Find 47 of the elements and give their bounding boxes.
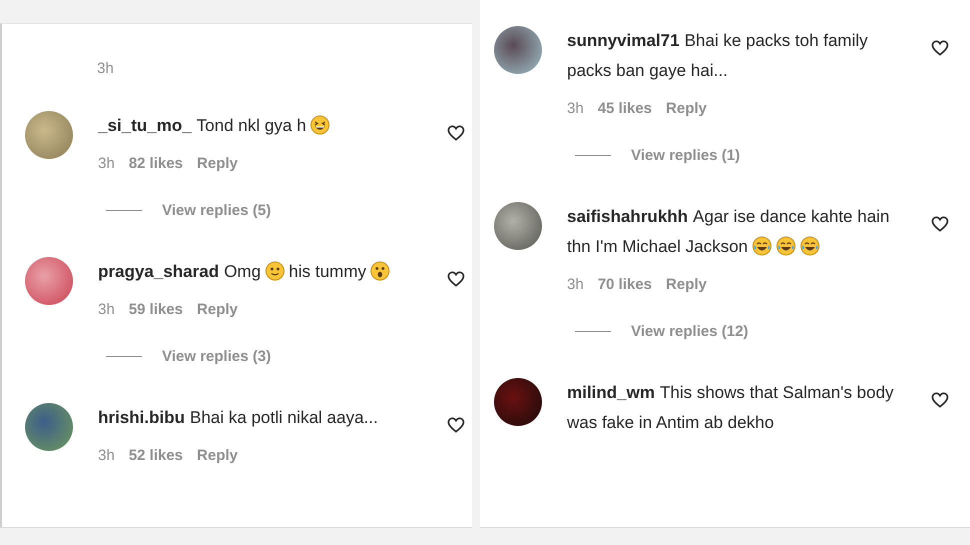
comment-text: milind_wm This shows that Salman's body was fake in Antim ab dekho — [567, 382, 895, 434]
timestamp: 3h — [98, 155, 115, 172]
username[interactable]: saifishahrukhh — [567, 207, 688, 226]
username[interactable]: milind_wm — [567, 383, 655, 402]
laughing-face-icon — [776, 236, 796, 256]
comment-text: saifishahrukhh Agar ise dance kahte hain thn I'm Michael Jackson — [567, 206, 891, 258]
view-replies-link[interactable]: View replies (5) — [162, 202, 271, 219]
avatar[interactable] — [494, 26, 542, 74]
reply-link[interactable]: Reply — [666, 276, 707, 293]
heart-icon[interactable] — [446, 269, 466, 289]
timestamp: 3h — [98, 447, 115, 464]
username[interactable]: _si_tu_mo_ — [98, 116, 192, 135]
laughing-face-icon — [752, 236, 772, 256]
reply-link[interactable]: Reply — [666, 100, 707, 117]
timestamp: 3h — [98, 301, 115, 318]
likes-count[interactable]: 52 likes — [128, 447, 183, 464]
reply-link[interactable]: Reply — [196, 301, 238, 318]
timestamp: 3h — [567, 100, 584, 117]
username[interactable]: sunnyvimal71 — [567, 31, 680, 50]
heart-icon[interactable] — [446, 415, 466, 435]
comment-text: hrishi.bibu Bhai ka potli nikal aaya... — [98, 407, 379, 429]
avatar[interactable] — [494, 378, 542, 426]
avatar[interactable] — [25, 403, 73, 451]
grinning-face-icon — [310, 115, 330, 135]
timestamp: 3h — [567, 276, 584, 293]
comment-text: sunnyvimal71 Bhai ke packs toh family packs ban gaye hai... — [567, 30, 869, 82]
heart-icon[interactable] — [446, 123, 466, 143]
surprised-face-icon — [370, 261, 390, 281]
likes-count[interactable]: 82 likes — [128, 155, 183, 172]
timestamp: 3h — [97, 60, 115, 77]
laughing-face-icon — [800, 236, 820, 256]
username[interactable]: pragya_sharad — [98, 262, 219, 281]
heart-icon[interactable] — [930, 38, 950, 58]
view-replies-link[interactable]: View replies (1) — [631, 147, 740, 164]
username[interactable]: hrishi.bibu — [98, 408, 185, 427]
smiling-face-icon — [264, 261, 285, 281]
comment-text: pragya_sharad Omg his tummy — [98, 257, 434, 287]
heart-icon[interactable] — [930, 214, 950, 234]
reply-link[interactable]: Reply — [196, 447, 238, 464]
heart-icon[interactable] — [930, 390, 950, 410]
likes-count[interactable]: 59 likes — [128, 301, 183, 318]
likes-count[interactable]: 70 likes — [598, 276, 652, 293]
comment-text: _si_tu_mo_ Tond nkl gya h — [98, 111, 434, 141]
view-replies-link[interactable]: View replies (12) — [631, 323, 748, 340]
likes-count[interactable]: 45 likes — [598, 100, 652, 117]
view-replies-link[interactable]: View replies (3) — [162, 348, 271, 365]
reply-link[interactable]: Reply — [196, 155, 238, 172]
